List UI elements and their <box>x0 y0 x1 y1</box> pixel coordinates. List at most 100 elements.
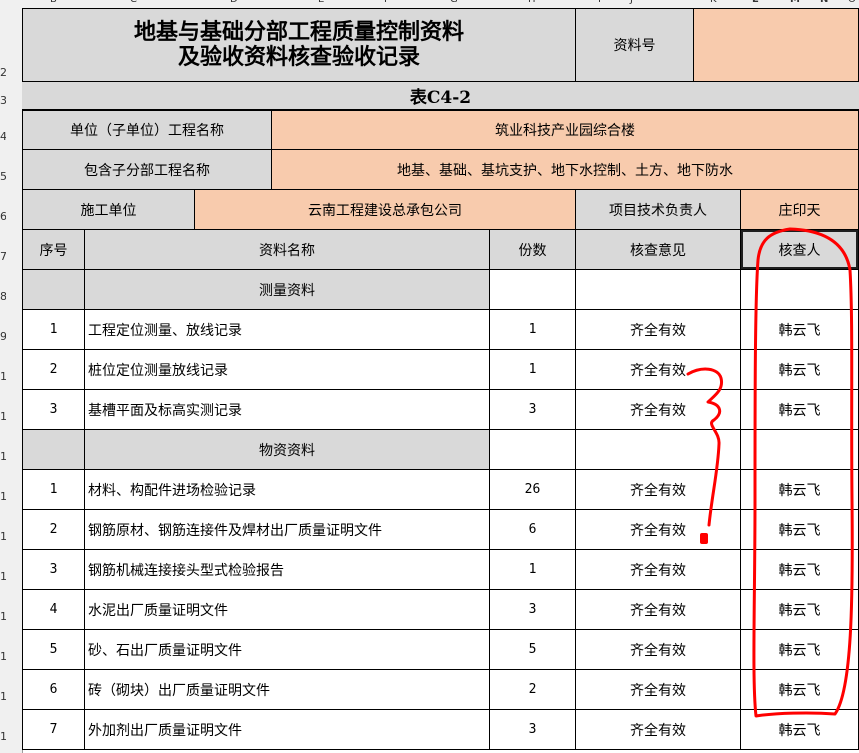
seq-cell[interactable]: 1 <box>22 469 85 510</box>
checker-cell[interactable]: 韩云飞 <box>740 669 859 710</box>
row-number[interactable]: 17 <box>0 650 6 663</box>
column-header-k[interactable]: K <box>710 0 717 5</box>
column-header-m[interactable]: M <box>790 0 800 5</box>
opinion-cell[interactable]: 齐全有效 <box>575 509 741 550</box>
doc-no-label[interactable]: 资料号 <box>575 8 694 82</box>
column-header-h[interactable]: H <box>528 0 536 5</box>
count-cell[interactable]: 26 <box>489 469 576 510</box>
seq-cell[interactable]: 6 <box>22 669 85 710</box>
checker-cell[interactable]: 韩云飞 <box>740 509 859 550</box>
row-number[interactable]: 4 <box>0 130 6 143</box>
row-number[interactable]: 18 <box>0 690 6 703</box>
header-opinion[interactable]: 核查意见 <box>575 229 741 270</box>
opinion-cell[interactable]: 齐全有效 <box>575 309 741 350</box>
opinion-cell[interactable]: 齐全有效 <box>575 389 741 430</box>
count-cell[interactable] <box>489 269 576 310</box>
row-number[interactable]: 8 <box>0 290 6 303</box>
checker-cell[interactable]: 韩云飞 <box>740 549 859 590</box>
opinion-cell[interactable] <box>575 269 741 310</box>
header-seq[interactable]: 序号 <box>22 229 85 270</box>
doc-name-cell[interactable]: 桩位定位测量放线记录 <box>84 349 490 390</box>
seq-cell[interactable]: 1 <box>22 309 85 350</box>
doc-name-cell[interactable]: 外加剂出厂质量证明文件 <box>84 709 490 750</box>
count-cell[interactable]: 6 <box>489 509 576 550</box>
checker-cell[interactable]: 韩云飞 <box>740 589 859 630</box>
doc-name-cell[interactable]: 钢筋机械连接接头型式检验报告 <box>84 549 490 590</box>
row-number[interactable]: 13 <box>0 490 6 503</box>
contractor-label[interactable]: 施工单位 <box>22 189 195 230</box>
row-number[interactable]: 2 <box>0 66 6 79</box>
doc-name-cell[interactable]: 水泥出厂质量证明文件 <box>84 589 490 630</box>
count-cell[interactable]: 3 <box>489 709 576 750</box>
opinion-cell[interactable]: 齐全有效 <box>575 669 741 710</box>
row-number[interactable]: 9 <box>0 330 6 343</box>
doc-name-cell[interactable]: 基槽平面及标高实测记录 <box>84 389 490 430</box>
checker-cell[interactable] <box>740 429 859 470</box>
row-number[interactable]: 11 <box>0 410 6 423</box>
doc-name-cell[interactable]: 钢筋原材、钢筋连接件及焊材出厂质量证明文件 <box>84 509 490 550</box>
checker-cell[interactable]: 韩云飞 <box>740 709 859 750</box>
opinion-cell[interactable]: 齐全有效 <box>575 549 741 590</box>
tech-lead-label[interactable]: 项目技术负责人 <box>575 189 741 230</box>
tech-lead-value[interactable]: 庄印天 <box>740 189 859 230</box>
count-cell[interactable]: 1 <box>489 549 576 590</box>
checker-cell[interactable]: 韩云飞 <box>740 349 859 390</box>
row-number[interactable]: 7 <box>0 250 6 263</box>
opinion-cell[interactable]: 齐全有效 <box>575 469 741 510</box>
doc-name-cell[interactable]: 工程定位测量、放线记录 <box>84 309 490 350</box>
doc-name-cell[interactable]: 砂、石出厂质量证明文件 <box>84 629 490 670</box>
row-number[interactable]: 5 <box>0 170 6 183</box>
column-header-j[interactable]: J <box>630 0 633 5</box>
column-header-o[interactable]: O <box>848 0 856 5</box>
seq-cell[interactable]: 2 <box>22 509 85 550</box>
column-header-d[interactable]: D <box>230 0 238 5</box>
checker-cell[interactable]: 韩云飞 <box>740 389 859 430</box>
header-count[interactable]: 份数 <box>489 229 576 270</box>
row-number[interactable]: 19 <box>0 730 6 743</box>
column-header-b[interactable]: B <box>50 0 57 5</box>
seq-cell[interactable]: 3 <box>22 549 85 590</box>
project-name-value[interactable]: 筑业科技产业园综合楼 <box>271 110 859 150</box>
form-number[interactable]: 表C4-2 <box>22 82 859 110</box>
column-header-l[interactable]: L <box>752 0 758 5</box>
row-number[interactable]: 12 <box>0 450 6 463</box>
column-header-f[interactable]: F <box>384 0 390 5</box>
subparts-label[interactable]: 包含子分部工程名称 <box>22 149 272 190</box>
count-cell[interactable]: 5 <box>489 629 576 670</box>
seq-cell[interactable]: 3 <box>22 389 85 430</box>
header-checker[interactable]: 核查人 <box>740 229 859 270</box>
column-header-i[interactable]: I <box>598 0 601 5</box>
doc-no-value[interactable] <box>693 8 859 82</box>
doc-name-cell[interactable]: 砖（砌块）出厂质量证明文件 <box>84 669 490 710</box>
opinion-cell[interactable]: 齐全有效 <box>575 709 741 750</box>
row-number[interactable]: 14 <box>0 530 6 543</box>
count-cell[interactable] <box>489 429 576 470</box>
column-header-c[interactable]: C <box>130 0 137 5</box>
count-cell[interactable]: 3 <box>489 389 576 430</box>
opinion-cell[interactable]: 齐全有效 <box>575 349 741 390</box>
contractor-value[interactable]: 云南工程建设总承包公司 <box>194 189 576 230</box>
checker-cell[interactable] <box>740 269 859 310</box>
section-title[interactable]: 测量资料 <box>84 269 490 310</box>
row-number[interactable]: 16 <box>0 610 6 623</box>
form-title[interactable]: 地基与基础分部工程质量控制资料 及验收资料核查验收记录 <box>22 8 576 82</box>
count-cell[interactable]: 2 <box>489 669 576 710</box>
project-name-label[interactable]: 单位（子单位）工程名称 <box>22 110 272 150</box>
row-number[interactable]: 6 <box>0 210 6 223</box>
section-title[interactable]: 物资资料 <box>84 429 490 470</box>
opinion-cell[interactable] <box>575 429 741 470</box>
header-doc-name[interactable]: 资料名称 <box>84 229 490 270</box>
checker-cell[interactable]: 韩云飞 <box>740 469 859 510</box>
opinion-cell[interactable]: 齐全有效 <box>575 629 741 670</box>
seq-cell[interactable]: 2 <box>22 349 85 390</box>
checker-cell[interactable]: 韩云飞 <box>740 629 859 670</box>
row-number[interactable]: 10 <box>0 370 6 383</box>
subparts-value[interactable]: 地基、基础、基坑支护、地下水控制、土方、地下防水 <box>271 149 859 190</box>
checker-cell[interactable]: 韩云飞 <box>740 309 859 350</box>
row-number[interactable]: 15 <box>0 570 6 583</box>
count-cell[interactable]: 3 <box>489 589 576 630</box>
column-header-g[interactable]: G <box>450 0 458 5</box>
seq-cell[interactable]: 5 <box>22 629 85 670</box>
section-seq-cell[interactable] <box>22 429 85 470</box>
doc-name-cell[interactable]: 材料、构配件进场检验记录 <box>84 469 490 510</box>
